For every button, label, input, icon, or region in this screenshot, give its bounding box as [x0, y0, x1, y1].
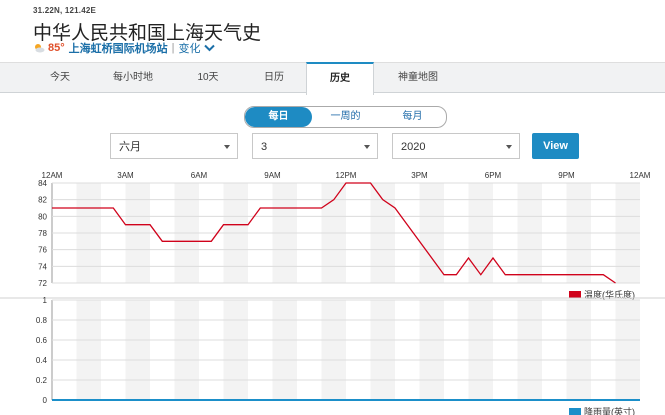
- x-tick-label: 12PM: [336, 171, 357, 180]
- hour-stripe: [76, 300, 101, 400]
- x-tick-label: 12AM: [630, 171, 651, 180]
- hour-stripe: [272, 300, 297, 400]
- y-tick-label: 0.6: [36, 336, 48, 345]
- tab-hourly[interactable]: 每小时地: [100, 63, 166, 92]
- hour-stripe: [76, 183, 101, 283]
- hour-stripe: [419, 300, 444, 400]
- hour-stripe: [321, 300, 346, 400]
- legend-swatch: [569, 408, 581, 415]
- period-weekly[interactable]: 一周的: [312, 107, 379, 127]
- coordinates: 31.22N, 121.42E: [33, 6, 97, 15]
- hour-stripe: [419, 183, 444, 283]
- current-temperature: 85°: [48, 42, 65, 54]
- hour-stripe: [223, 183, 248, 283]
- x-tick-label: 6AM: [191, 171, 208, 180]
- x-tick-label: 3PM: [411, 171, 428, 180]
- legend-label: 温度(华氏度): [584, 289, 635, 300]
- hour-stripe: [125, 300, 150, 400]
- day-value: 3: [261, 141, 268, 153]
- tab-bar: 今天 每小时地 10天 日历 历史 神童地图: [0, 62, 665, 95]
- temperature-chart: 84 82 80 78 76 74 72 温度(华氏度): [38, 179, 640, 300]
- hour-stripe: [468, 300, 493, 400]
- legend-label: 降雨量(英寸): [584, 406, 635, 415]
- dropdown-arrow-icon: [506, 145, 512, 149]
- chevron-down-icon[interactable]: [203, 44, 215, 52]
- dropdown-arrow-icon: [364, 145, 370, 149]
- dropdown-arrow-icon: [224, 145, 230, 149]
- y-tick-label: 80: [38, 212, 47, 221]
- precipitation-chart: 1 0.8 0.6 0.4 0.2 0 降雨量(英寸): [36, 296, 640, 415]
- hour-stripe: [370, 183, 395, 283]
- tab-10day[interactable]: 10天: [178, 63, 238, 92]
- change-location-link[interactable]: 变化: [179, 40, 201, 56]
- y-tick-label: 0: [43, 396, 48, 405]
- hour-stripe: [566, 300, 591, 400]
- legend-swatch: [569, 291, 581, 298]
- hour-stripe: [615, 183, 640, 283]
- x-tick-label: 12AM: [42, 171, 63, 180]
- hour-stripe: [223, 300, 248, 400]
- station-name[interactable]: 上海虹桥国际机场站: [69, 40, 168, 56]
- view-button[interactable]: View: [532, 133, 579, 159]
- hour-stripe: [517, 183, 542, 283]
- year-select[interactable]: 2020: [392, 133, 520, 159]
- hour-stripe: [125, 183, 150, 283]
- period-daily[interactable]: 每日: [245, 107, 312, 127]
- temperature-line: [52, 182, 616, 284]
- partly-sunny-icon: [35, 44, 45, 53]
- y-tick-label: 72: [38, 279, 47, 288]
- hour-stripe: [566, 183, 591, 283]
- hour-stripe: [174, 183, 199, 283]
- x-tick-label: 3AM: [117, 171, 134, 180]
- y-tick-label: 0.8: [36, 316, 48, 325]
- location-bar: 85° 上海虹桥国际机场站 | 变化: [33, 40, 215, 56]
- hour-stripe: [517, 300, 542, 400]
- month-value: 六月: [119, 141, 141, 153]
- y-tick-label: 0.2: [36, 376, 48, 385]
- separator: |: [171, 42, 175, 54]
- tab-wundermap[interactable]: 神童地图: [385, 63, 451, 92]
- y-tick-label: 1: [43, 296, 48, 305]
- hour-stripe: [468, 183, 493, 283]
- y-tick-label: 84: [38, 179, 47, 188]
- day-select[interactable]: 3: [252, 133, 378, 159]
- y-tick-label: 78: [38, 229, 47, 238]
- hour-stripe: [272, 183, 297, 283]
- period-monthly[interactable]: 每月: [379, 107, 446, 127]
- hour-stripe: [370, 300, 395, 400]
- y-tick-label: 74: [38, 262, 47, 271]
- y-tick-label: 76: [38, 246, 47, 255]
- y-tick-label: 82: [38, 196, 47, 205]
- month-select[interactable]: 六月: [110, 133, 238, 159]
- y-tick-label: 0.4: [36, 356, 48, 365]
- x-tick-label: 6PM: [485, 171, 502, 180]
- hour-stripe: [615, 300, 640, 400]
- x-tick-label: 9AM: [264, 171, 281, 180]
- hour-stripe: [174, 300, 199, 400]
- hour-stripe: [321, 183, 346, 283]
- tab-calendar[interactable]: 日历: [245, 63, 303, 92]
- year-value: 2020: [401, 141, 426, 153]
- period-toggle: 每日 一周的 每月: [244, 106, 447, 128]
- tab-history[interactable]: 历史: [306, 62, 374, 95]
- tab-today[interactable]: 今天: [28, 63, 92, 92]
- x-tick-label: 9PM: [558, 171, 575, 180]
